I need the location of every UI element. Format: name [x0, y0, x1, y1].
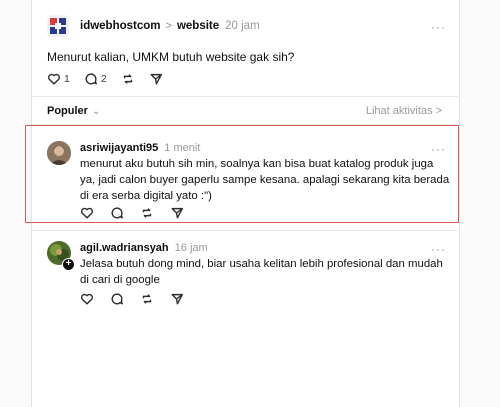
repost-icon: [142, 294, 152, 304]
sort-label: Populer: [47, 105, 88, 117]
post-username[interactable]: idwebhostcom: [80, 20, 161, 32]
sort-dropdown[interactable]: Populer ⌄: [47, 105, 100, 117]
more-icon[interactable]: ···: [431, 242, 446, 256]
divider: [32, 230, 458, 231]
post-text: Menurut kalian, UMKM butuh website gak s…: [47, 50, 295, 64]
like-button[interactable]: [80, 292, 94, 306]
chevron-right-icon: >: [165, 20, 172, 32]
heart-icon: [81, 293, 93, 305]
chevron-down-icon: ⌄: [91, 105, 101, 117]
like-button[interactable]: 1: [47, 72, 70, 86]
comment-icon: [111, 293, 123, 305]
brand-logo-icon: [50, 18, 66, 34]
like-count: 1: [64, 73, 70, 85]
repost-button[interactable]: [121, 72, 135, 86]
divider: [32, 96, 458, 97]
comment-icon: [85, 73, 97, 85]
reply-button[interactable]: [110, 292, 124, 306]
repost-button[interactable]: [140, 292, 154, 306]
post-meta: idwebhostcom > website 20 jam: [80, 20, 260, 32]
more-icon[interactable]: ···: [431, 20, 446, 34]
reply-header: agil.wadriansyah 16 jam: [80, 242, 208, 254]
post-topic[interactable]: website: [177, 20, 219, 32]
post-time: 20 jam: [225, 20, 260, 32]
share-icon: [171, 293, 183, 305]
reply-time: 16 jam: [174, 242, 208, 254]
reply-count: 2: [100, 73, 107, 85]
share-button[interactable]: [149, 72, 163, 86]
reply-button[interactable]: 2: [84, 72, 107, 86]
reply-text: Jelasa butuh dong mind, biar usaha kelit…: [80, 258, 443, 286]
avatar[interactable]: [47, 15, 69, 37]
view-activity-link[interactable]: Lihat aktivitas >: [366, 105, 442, 117]
share-button[interactable]: [170, 292, 184, 306]
repost-icon: [123, 74, 132, 84]
share-icon: [150, 73, 162, 85]
follow-plus-icon[interactable]: +: [62, 258, 75, 271]
selection-highlight: [25, 125, 459, 223]
post-actions: 1 2: [47, 72, 177, 86]
heart-icon: [48, 73, 60, 85]
reply-username[interactable]: agil.wadriansyah: [80, 242, 169, 254]
reply-actions: [80, 292, 198, 306]
